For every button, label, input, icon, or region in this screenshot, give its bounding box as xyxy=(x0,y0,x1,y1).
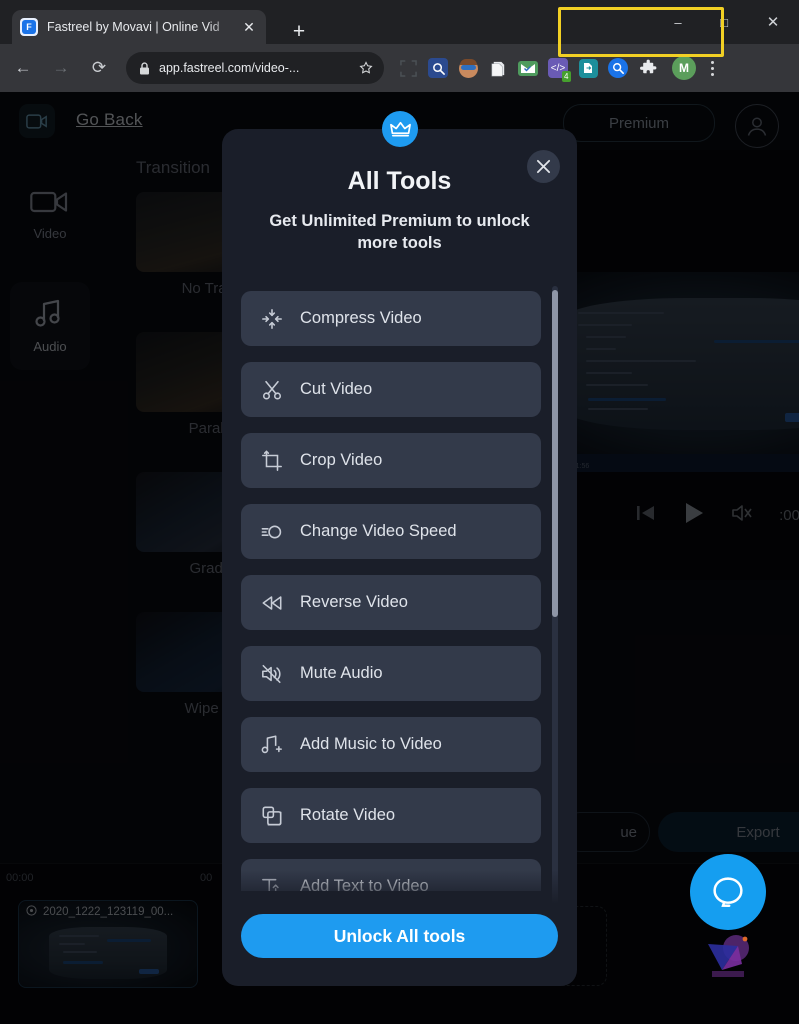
cast-icon[interactable] xyxy=(393,53,423,83)
pages-extension-icon[interactable] xyxy=(483,53,513,83)
reload-icon[interactable]: ⟳ xyxy=(84,53,114,83)
tools-list[interactable]: Compress Video Cut Video Crop Video Chan… xyxy=(241,291,559,891)
new-tab-button[interactable]: + xyxy=(285,17,313,45)
scissors-icon xyxy=(260,378,283,401)
forward-icon[interactable]: → xyxy=(46,53,76,83)
profile-initial: M xyxy=(672,56,696,80)
crown-icon xyxy=(382,111,418,147)
compress-icon xyxy=(260,307,283,330)
tool-item-add-text-to-video[interactable]: Add Text to Video xyxy=(241,859,541,891)
timeline-time-mid: 00 xyxy=(200,872,213,884)
tool-item-rotate-video[interactable]: Rotate Video xyxy=(241,788,541,843)
tab-favicon-icon: F xyxy=(20,18,38,36)
tool-item-label: Add Music to Video xyxy=(300,735,442,753)
profile-avatar[interactable]: M xyxy=(669,53,699,83)
modal-scrollbar-thumb[interactable] xyxy=(552,290,558,617)
text-icon xyxy=(260,875,283,891)
music-add-icon xyxy=(260,733,283,756)
speed-icon xyxy=(260,520,283,543)
tool-item-compress-video[interactable]: Compress Video xyxy=(241,291,541,346)
all-tools-modal: All Tools Get Unlimited Premium to unloc… xyxy=(222,129,577,986)
tab-title: Fastreel by Movavi | Online Vid xyxy=(47,20,220,34)
modal-subtitle: Get Unlimited Premium to unlock more too… xyxy=(269,212,530,252)
tool-item-add-music-to-video[interactable]: Add Music to Video xyxy=(241,717,541,772)
premium-button[interactable]: Premium xyxy=(563,104,715,142)
mail-extension-icon[interactable] xyxy=(513,53,543,83)
extension-badge: 4 xyxy=(561,71,571,82)
tool-item-label: Mute Audio xyxy=(300,664,383,682)
tool-item-mute-audio[interactable]: Mute Audio xyxy=(241,646,541,701)
account-avatar-icon[interactable] xyxy=(735,104,779,148)
preview-time-label: :00 / 0 xyxy=(779,506,799,524)
mute-icon[interactable] xyxy=(731,503,753,528)
fastreel-logo-icon[interactable] xyxy=(19,104,55,138)
tool-item-crop-video[interactable]: Crop Video xyxy=(241,433,541,488)
tool-item-label: Crop Video xyxy=(300,451,383,469)
lock-icon xyxy=(139,61,150,75)
search-extension-icon[interactable] xyxy=(603,53,633,83)
close-icon[interactable] xyxy=(527,150,560,183)
tool-item-reverse-video[interactable]: Reverse Video xyxy=(241,575,541,630)
go-back-link[interactable]: Go Back xyxy=(76,110,143,130)
preview-video[interactable]: 12:31:56 xyxy=(558,272,799,472)
extension-icons: </> 4 xyxy=(393,53,663,83)
puzzle-extensions-icon[interactable] xyxy=(633,53,663,83)
back-icon[interactable]: ← xyxy=(8,53,38,83)
reverse-icon xyxy=(260,591,283,614)
mute-speaker-icon xyxy=(260,662,283,685)
url-text: app.fastreel.com/video-... xyxy=(159,61,300,75)
tool-item-cut-video[interactable]: Cut Video xyxy=(241,362,541,417)
clip-record-icon xyxy=(26,903,37,921)
tool-item-label: Compress Video xyxy=(300,309,422,327)
tab-close-icon[interactable]: ✕ xyxy=(240,18,258,36)
sidebar-item-video[interactable]: Video xyxy=(10,170,90,258)
modal-scrollbar-track[interactable] xyxy=(552,286,558,906)
tool-item-label: Reverse Video xyxy=(300,593,408,611)
bookmark-star-icon[interactable] xyxy=(354,56,378,80)
play-icon[interactable] xyxy=(683,501,705,530)
skip-previous-icon[interactable] xyxy=(635,503,657,528)
timeline-clip-thumbnail xyxy=(49,927,167,979)
panel-title: Transition xyxy=(136,158,211,177)
magnifier-extension-icon[interactable] xyxy=(423,53,453,83)
premium-highlight-box xyxy=(558,7,724,57)
tool-item-label: Change Video Speed xyxy=(300,522,457,540)
favicon-letter: F xyxy=(22,20,36,34)
window-close-button[interactable]: ✕ xyxy=(747,0,799,44)
address-bar[interactable]: app.fastreel.com/video-... xyxy=(126,52,384,84)
video-preview-area: 12:31:56 :00 / 0 xyxy=(540,150,799,580)
browser-tab[interactable]: F Fastreel by Movavi | Online Vid ✕ xyxy=(12,10,266,44)
tool-item-label: Cut Video xyxy=(300,380,373,398)
preview-controls: :00 / 0 xyxy=(558,480,799,550)
export-extension-icon[interactable] xyxy=(573,53,603,83)
crop-icon xyxy=(260,449,283,472)
timeline-clip[interactable]: 2020_1222_123119_00... xyxy=(18,900,198,988)
avatar-extension-icon[interactable] xyxy=(453,53,483,83)
code-extension-icon[interactable]: </> 4 xyxy=(543,53,573,83)
action-bar: ue Export xyxy=(540,792,799,872)
tool-item-change-video-speed[interactable]: Change Video Speed xyxy=(241,504,541,559)
unlock-all-tools-button[interactable]: Unlock All tools xyxy=(241,914,558,958)
chat-bubble-icon[interactable] xyxy=(690,854,766,930)
purple-paper-plane-watermark xyxy=(700,930,756,980)
export-button[interactable]: Export xyxy=(658,812,799,852)
sidebar-item-video-label: Video xyxy=(33,225,67,241)
timeline-clip-header: 2020_1222_123119_00... xyxy=(19,901,197,923)
preview-timestamp-strip: 12:31:56 xyxy=(558,454,799,472)
screenshot-root: F Fastreel by Movavi | Online Vid ✕ + – … xyxy=(0,0,799,1024)
sidebar-item-audio[interactable]: Audio xyxy=(10,282,90,370)
kebab-menu-icon[interactable] xyxy=(699,60,725,76)
modal-title: All Tools xyxy=(347,167,452,195)
timeline-time-start: 00:00 xyxy=(6,872,34,884)
sidebar-item-audio-label: Audio xyxy=(33,338,67,354)
tool-item-label: Rotate Video xyxy=(300,806,396,824)
rotate-icon xyxy=(260,804,283,827)
tool-item-label: Add Text to Video xyxy=(300,877,429,891)
preview-document-image xyxy=(564,298,799,430)
timeline-clip-name: 2020_1222_123119_00... xyxy=(43,906,174,918)
